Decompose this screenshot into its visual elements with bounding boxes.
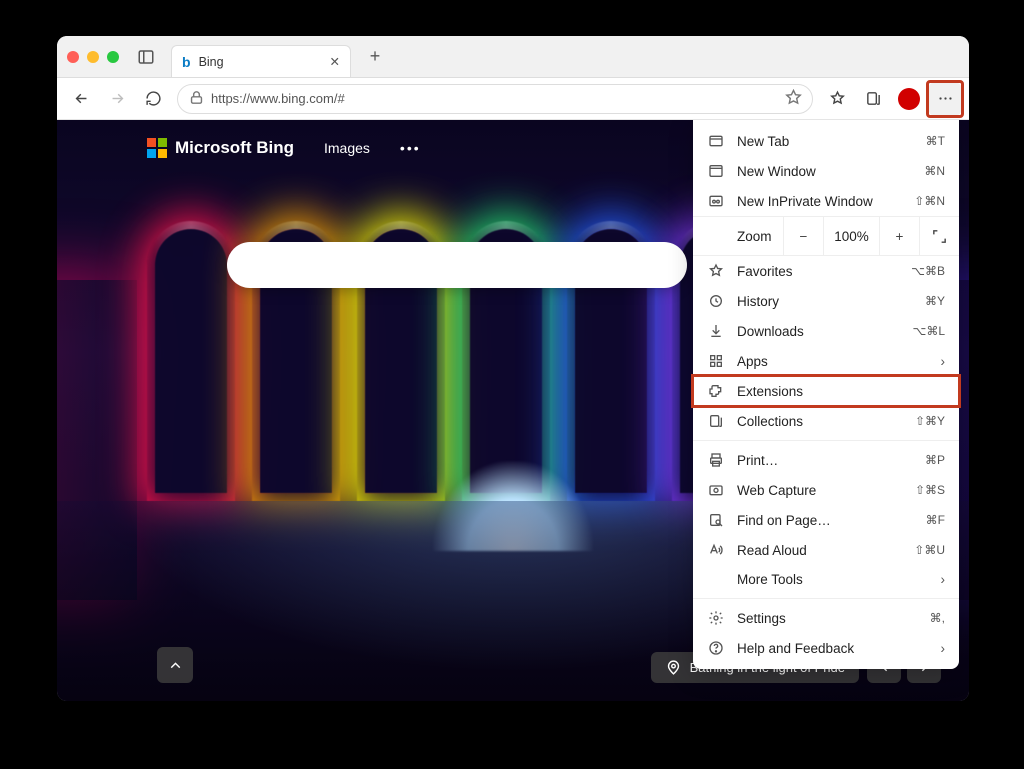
bing-brand[interactable]: Microsoft Bing	[147, 138, 294, 158]
maximize-window-button[interactable]	[107, 51, 119, 63]
help-icon	[707, 640, 725, 656]
sidebar-icon[interactable]	[137, 48, 155, 66]
url-text: https://www.bing.com/#	[211, 91, 779, 106]
apps-icon	[707, 353, 725, 369]
brand-text: Microsoft Bing	[175, 138, 294, 158]
menu-print[interactable]: Print… ⌘P	[693, 445, 959, 475]
minimize-window-button[interactable]	[87, 51, 99, 63]
menu-separator	[693, 440, 959, 441]
find-icon	[707, 512, 725, 528]
menu-more-tools[interactable]: More Tools ›	[693, 565, 959, 594]
browser-window: b Bing ✕ + https://www.bing.com/#	[57, 36, 969, 701]
capture-icon	[707, 482, 725, 498]
page-content: Microsoft Bing Images ••• Bathing in the…	[57, 120, 969, 701]
new-tab-button[interactable]: +	[361, 43, 389, 71]
bing-favicon: b	[182, 54, 191, 70]
profile-button[interactable]	[893, 83, 925, 115]
zoom-in-button[interactable]: +	[879, 217, 919, 255]
menu-collections[interactable]: Collections ⇧⌘Y	[693, 406, 959, 436]
close-window-button[interactable]	[67, 51, 79, 63]
forward-button[interactable]	[101, 83, 133, 115]
menu-zoom-row: Zoom − 100% +	[693, 216, 959, 256]
zoom-out-button[interactable]: −	[783, 217, 823, 255]
browser-tab[interactable]: b Bing ✕	[171, 45, 351, 77]
chevron-right-icon: ›	[941, 572, 946, 587]
menu-help[interactable]: Help and Feedback ›	[693, 633, 959, 663]
menu-apps[interactable]: Apps ›	[693, 346, 959, 376]
microsoft-logo-icon	[147, 138, 167, 158]
menu-favorites[interactable]: Favorites ⌥⌘B	[693, 256, 959, 286]
titlebar: b Bing ✕ +	[57, 36, 969, 78]
menu-new-inprivate[interactable]: New InPrivate Window ⇧⌘N	[693, 186, 959, 216]
read-aloud-icon	[707, 542, 725, 558]
refresh-button[interactable]	[137, 83, 169, 115]
menu-new-tab[interactable]: New Tab ⌘T	[693, 126, 959, 156]
collections-button[interactable]	[857, 83, 889, 115]
inprivate-icon	[707, 193, 725, 209]
gear-icon	[707, 610, 725, 626]
star-icon	[707, 263, 725, 279]
menu-find[interactable]: Find on Page… ⌘F	[693, 505, 959, 535]
window-controls	[67, 51, 119, 63]
menu-separator	[693, 598, 959, 599]
nav-images-link[interactable]: Images	[324, 140, 370, 156]
profile-avatar	[898, 88, 920, 110]
chevron-right-icon: ›	[941, 354, 946, 369]
menu-history[interactable]: History ⌘Y	[693, 286, 959, 316]
print-icon	[707, 452, 725, 468]
chevron-right-icon: ›	[941, 641, 946, 656]
favorite-star-icon[interactable]	[785, 89, 802, 109]
zoom-value: 100%	[823, 217, 879, 255]
tab-title: Bing	[199, 55, 322, 69]
favorites-button[interactable]	[821, 83, 853, 115]
menu-downloads[interactable]: Downloads ⌥⌘L	[693, 316, 959, 346]
scroll-up-button[interactable]	[157, 647, 193, 683]
new-tab-icon	[707, 133, 725, 149]
menu-extensions[interactable]: Extensions	[693, 376, 959, 406]
extensions-icon	[707, 383, 725, 399]
window-icon	[707, 163, 725, 179]
search-input[interactable]	[227, 242, 687, 288]
menu-new-window[interactable]: New Window ⌘N	[693, 156, 959, 186]
close-tab-button[interactable]: ✕	[330, 54, 340, 69]
location-icon	[665, 659, 682, 676]
history-icon	[707, 293, 725, 309]
collections-icon	[707, 413, 725, 429]
back-button[interactable]	[65, 83, 97, 115]
menu-web-capture[interactable]: Web Capture ⇧⌘S	[693, 475, 959, 505]
more-options-menu: New Tab ⌘T New Window ⌘N New InPrivate W…	[693, 120, 959, 669]
fullscreen-button[interactable]	[919, 217, 959, 255]
more-options-button[interactable]	[929, 83, 961, 115]
toolbar: https://www.bing.com/#	[57, 78, 969, 120]
menu-settings[interactable]: Settings ⌘,	[693, 603, 959, 633]
download-icon	[707, 323, 725, 339]
lock-icon	[188, 89, 205, 109]
address-bar[interactable]: https://www.bing.com/#	[177, 84, 813, 114]
zoom-label: Zoom	[693, 229, 783, 244]
nav-more-icon[interactable]: •••	[400, 140, 421, 156]
menu-read-aloud[interactable]: Read Aloud ⇧⌘U	[693, 535, 959, 565]
